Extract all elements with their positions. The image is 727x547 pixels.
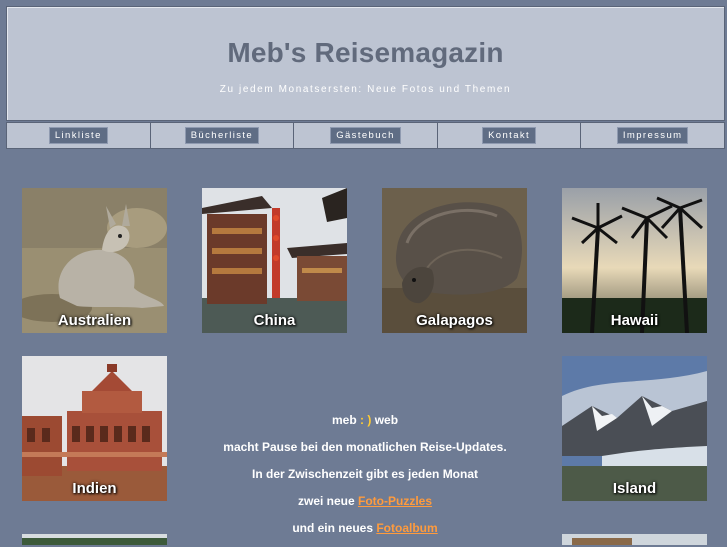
album-line: und ein neues Fotoalbum <box>180 520 550 547</box>
nav-cell-books: Bücherliste <box>151 123 295 148</box>
brand-meb: meb <box>331 413 357 427</box>
tile-hawaii[interactable]: Hawaii <box>562 188 707 333</box>
foto-puzzles-link[interactable]: Foto-Puzzles <box>358 494 432 508</box>
meanwhile-line: In der Zwischenzeit gibt es jeden Monat <box>251 467 479 481</box>
pause-line: macht Pause bei den monatlichen Reise-Up… <box>223 440 507 454</box>
site-header: Meb's Reisemagazin Zu jedem Monatsersten… <box>6 6 725 121</box>
tile-label-galapagos: Galapagos <box>416 312 493 329</box>
tile-label-china: China <box>253 312 296 329</box>
tile-bottom-right[interactable] <box>562 534 707 545</box>
tile-label-indien: Indien <box>72 480 117 497</box>
brand-web: web <box>374 413 399 427</box>
nav-cell-imprint: Impressum <box>581 123 724 148</box>
brand-smiley-paren: ) <box>367 413 372 427</box>
main-nav: Linkliste Bücherliste Gästebuch Kontakt … <box>6 122 725 149</box>
album-prefix: und ein neues <box>292 521 373 535</box>
tile-island[interactable]: Island <box>562 356 707 501</box>
tile-label-hawaii: Hawaii <box>610 312 659 329</box>
tile-indien[interactable]: Indien <box>22 356 167 501</box>
tile-australien[interactable]: Australien <box>22 188 167 333</box>
nav-link-kontakt[interactable]: Kontakt <box>482 127 537 144</box>
brand-line: meb : ) web <box>180 412 550 439</box>
nav-link-gaestebuch[interactable]: Gästebuch <box>330 127 401 144</box>
puzzles-line: zwei neue Foto-Puzzles <box>180 493 550 520</box>
bottom-right-photo <box>562 534 707 545</box>
site-subtitle: Zu jedem Monatsersten: Neue Fotos und Th… <box>219 84 512 95</box>
nav-cell-links: Linkliste <box>7 123 151 148</box>
tile-bottom-left[interactable] <box>22 534 167 545</box>
site-title: Meb's Reisemagazin <box>227 37 504 68</box>
nav-link-buecherliste[interactable]: Bücherliste <box>184 127 260 144</box>
announcement: meb : ) web macht Pause bei den monatlic… <box>180 412 550 547</box>
nav-link-linkliste[interactable]: Linkliste <box>48 127 108 144</box>
tile-galapagos[interactable]: Galapagos <box>382 188 527 333</box>
nav-link-impressum[interactable]: Impressum <box>616 127 689 144</box>
tile-china[interactable]: China <box>202 188 347 333</box>
puzzles-prefix: zwei neue <box>297 494 355 508</box>
nav-cell-contact: Kontakt <box>438 123 582 148</box>
nav-cell-guestbook: Gästebuch <box>294 123 438 148</box>
tile-label-island: Island <box>612 480 657 497</box>
brand-smiley-colon: : <box>360 413 364 427</box>
tile-label-australien: Australien <box>57 312 132 329</box>
fotoalbum-link[interactable]: Fotoalbum <box>376 521 437 535</box>
bottom-left-photo <box>22 534 167 545</box>
